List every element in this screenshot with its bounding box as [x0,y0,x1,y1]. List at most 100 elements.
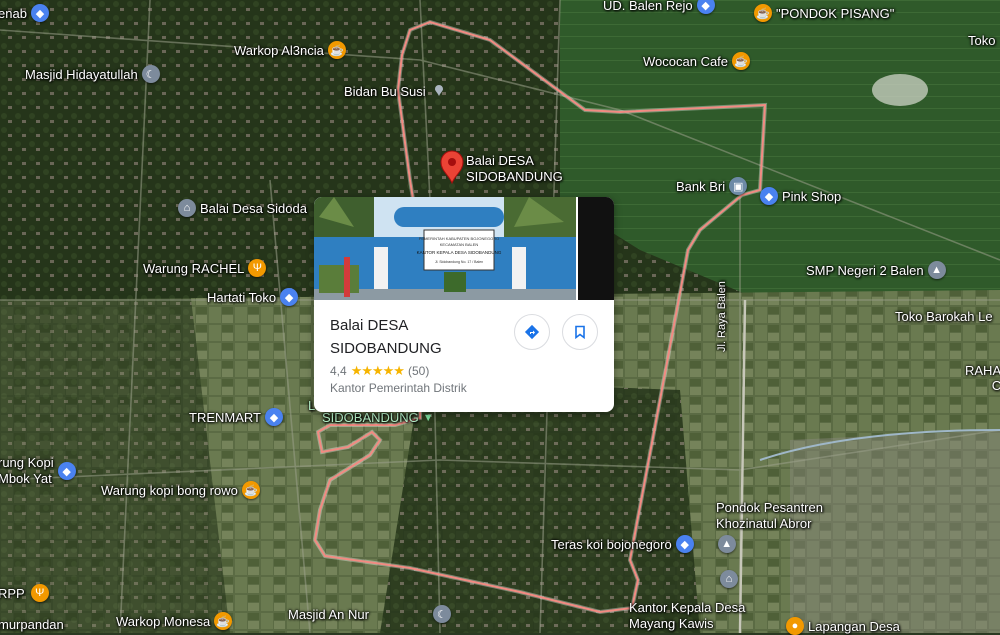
school-icon: ▲ [717,535,736,553]
poi-murpandan[interactable]: murpandan [0,617,64,632]
poi-pondok-pesantren[interactable]: Pondok Pesantren Khozinatul Abror [716,500,823,532]
poi-toko-barokah[interactable]: Toko Barokah Le [895,309,993,324]
poi-label: murpandan [0,617,64,632]
directions-icon [524,324,540,340]
bookmark-icon [575,325,585,339]
poi-label: Masjid Hidayatullah [25,66,138,82]
poi-label: Kantor Kepala Desa Mayang Kawis [629,600,746,631]
place-photo-secondary[interactable] [578,197,614,300]
poi-label: TRENMART [189,409,261,425]
cafe-icon: ☕ [241,481,260,499]
rating-row[interactable]: 4,4 ★★★★★ (50) [330,363,429,379]
poi-balai-desa-sidobandung[interactable]: Balai DESA SIDOBANDUNG [466,153,563,185]
cafe-icon: ☕ [214,612,233,630]
poi-label: Toko Barokah Le [895,309,993,324]
poi-label: Warung kopi bong rowo [101,482,238,498]
poi-warkop-al3ncia[interactable]: Warkop Al3ncia ☕ [234,41,346,59]
poi-label-secondary: C [991,378,1000,393]
poi-label: Masjid An Nur [288,606,369,622]
review-count[interactable]: (50) [408,364,429,378]
save-button[interactable] [562,314,598,350]
school-icon: ▲ [927,261,946,279]
poi-warung-kopi-bong-rowo[interactable]: Warung kopi bong rowo ☕ [101,481,260,499]
road-label: Jl. Raya Balen [716,281,728,352]
shop-icon: ◆ [280,288,299,306]
shop-icon: ◆ [57,462,76,480]
sign-text-line2: KECAMATAN BALEN [440,242,479,247]
poi-masjid-an-nur[interactable]: Masjid An Nur ☾ [288,605,451,623]
area-label-sidobandung: SIDOBANDUNG ▼ [322,410,434,425]
shop-icon: ◆ [264,408,283,426]
poi-label: Pink Shop [782,188,842,204]
star-rating-icon: ★★★★★ [350,363,405,378]
location-pin-icon [430,82,448,100]
poi-label: Warung RACHEL [143,260,245,276]
cafe-icon: ☕ [327,41,346,59]
poi-label: Wococan Cafe [643,53,729,69]
poi-raha[interactable]: RAHA C [965,363,1000,393]
poi-lapangan-desa[interactable]: ● Lapangan Desa [786,617,900,635]
poi-hartati-toko[interactable]: Hartati Toko ◆ [207,288,299,306]
poi-wococan-cafe[interactable]: Wococan Cafe ☕ [643,52,751,70]
restaurant-icon: Ψ [248,259,267,277]
poi-government-marker[interactable]: ⌂ [720,570,738,588]
poi-label: Teras koi bojonegoro [551,536,672,552]
poi-trenmart[interactable]: TRENMART ◆ [189,408,283,426]
shop-icon: ◆ [30,4,49,22]
poi-label: RAHA [965,363,1000,378]
poi-enab[interactable]: enab ◆ [0,4,49,22]
poi-label: Balai Desa Sidoda [200,200,307,216]
area-label: SIDOBANDUNG [322,410,419,425]
place-photo[interactable]: PEMERINTAH KABUPATEN BOJONEGORO KECAMATA… [314,197,576,300]
poi-bank-bri[interactable]: Bank Bri ▣ [676,177,748,195]
mosque-icon: ☾ [432,605,451,623]
cafe-icon: ☕ [732,52,751,70]
place-info-card[interactable]: PEMERINTAH KABUPATEN BOJONEGORO KECAMATA… [314,197,614,412]
poi-pink-shop[interactable]: ◆ Pink Shop [760,187,841,205]
poi-toko-edge[interactable]: Toko [968,33,995,48]
shop-icon: ◆ [675,535,694,553]
sign-text-line1: PEMERINTAH KABUPATEN BOJONEGORO [419,236,499,241]
park-icon: ● [786,617,804,635]
poi-warung-kopi-mbok-yat[interactable]: rung Kopi Mbok Yat ◆ [0,455,76,487]
cafe-icon: ☕ [754,4,772,22]
poi-label: Lapangan Desa [808,618,900,634]
poi-label: Warkop Al3ncia [234,42,324,58]
directions-button[interactable] [514,314,550,350]
rating-value: 4,4 [330,364,347,378]
poi-kantor-kepala-desa-mayang[interactable]: Kantor Kepala Desa Mayang Kawis [629,600,745,632]
poi-label: rung Kopi Mbok Yat [0,455,54,486]
poi-label: Pondok Pesantren Khozinatul Abror [716,500,823,531]
poi-masjid-hidayatullah[interactable]: Masjid Hidayatullah ☾ [25,65,160,83]
poi-label: Bidan Bu Susi [344,83,426,99]
road-label-jl-raya-balen: Jl. Raya Balen [716,281,728,352]
poi-pondok-pisang[interactable]: ☕ "PONDOK PISANG" [754,4,894,22]
poi-label: UD. Balen Rejo [603,0,693,13]
poi-label: Balai DESA SIDOBANDUNG [466,153,563,184]
cloud-patch [872,74,928,106]
arrow-down-icon: ▼ [422,411,434,424]
place-name: Balai DESA SIDOBANDUNG [330,317,442,357]
poi-label: Hartati Toko [207,289,277,305]
poi-label: enab [0,5,27,21]
poi-label: Bank Bri [676,178,726,194]
poi-teras-koi[interactable]: Teras koi bojonegoro ◆ ▲ [551,535,736,553]
sign-text-line3: KANTOR KEPALA DESA SIDOBANDUNG [417,250,502,255]
poi-warung-rachel[interactable]: Warung RACHEL Ψ [143,259,267,277]
poi-smp-negeri-2-balen[interactable]: SMP Negeri 2 Balen ▲ [806,261,946,279]
restaurant-icon: Ψ [30,584,49,602]
poi-label: RPP [0,585,25,601]
poi-label: SMP Negeri 2 Balen [806,262,924,278]
poi-balai-desa-sidoda[interactable]: ⌂ Balai Desa Sidoda [178,199,307,217]
poi-bidan-bu-susi[interactable]: Bidan Bu Susi [344,82,448,100]
place-category: Kantor Pemerintah Distrik [330,381,467,395]
government-building-icon: ⌂ [178,199,196,217]
poi-label: "PONDOK PISANG" [776,5,895,21]
shop-icon: ◆ [696,0,715,14]
shop-icon: ◆ [760,187,778,205]
mosque-icon: ☾ [141,65,160,83]
poi-ud-balen-rejo[interactable]: UD. Balen Rejo ◆ [603,0,715,14]
poi-warkop-monesa[interactable]: Warkop Monesa ☕ [116,612,233,630]
poi-label: Warkop Monesa [116,613,211,629]
poi-rpp[interactable]: RPP Ψ [0,584,49,602]
